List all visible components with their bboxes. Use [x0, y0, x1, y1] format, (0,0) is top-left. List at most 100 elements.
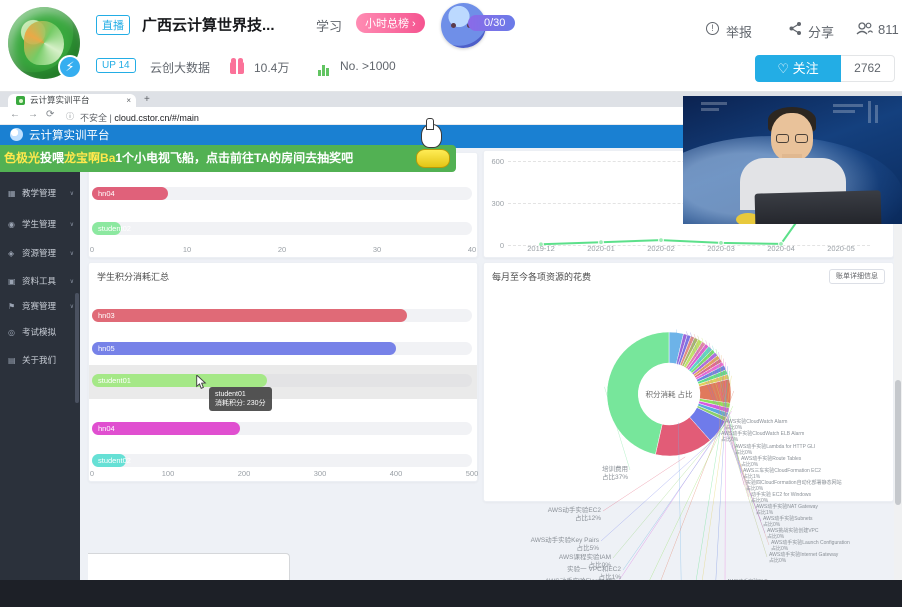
browser-tab[interactable]: 云计算实训平台 × [8, 94, 136, 108]
pie-label: AWS动手实验EC2占比12% [501, 507, 601, 522]
chart-title: 学生积分消耗汇总 [97, 270, 169, 283]
up-name[interactable]: 云创大数据 [150, 59, 210, 76]
pie-label-pct: 占比5% [499, 545, 599, 553]
tooltip-line1: student01 [215, 390, 266, 399]
x-tick: 200 [229, 469, 259, 478]
webcam-overlay [683, 96, 902, 224]
share-icon[interactable] [788, 21, 803, 36]
bar-student01[interactable]: student01 [92, 374, 267, 387]
students-icon: ◉ [8, 217, 15, 232]
pie-label-pct: 占比0% [735, 451, 815, 457]
gift-banner[interactable]: 色极光投喂龙宝啊Ba1个小电视飞船，点击前往TA的房间去抽奖吧 [0, 145, 456, 172]
bar-hn05[interactable]: hn05 [92, 342, 396, 355]
pie-label: AWS动手实验Lambda for HTTP GLI占比0% [735, 445, 815, 457]
hour-rank-pill[interactable]: 小时总榜 › [356, 13, 425, 33]
pie-label-pct: 占比0% [741, 463, 801, 469]
pie-label: AWS实验CloudWatch Alarm占比0% [725, 420, 787, 432]
x-tick: 2020-03 [703, 244, 739, 253]
follow-button[interactable]: ♡ 关注 [755, 55, 841, 82]
live-badge: 直播 [96, 15, 130, 35]
sidebar-item-contest[interactable]: ⚑ 竞赛管理 ∨ [0, 299, 80, 314]
bar-hn04[interactable]: hn04 [92, 422, 240, 435]
chevron-down-icon: ∨ [70, 300, 74, 315]
sidebar-item-teaching[interactable]: ▦ 教学管理 ∨ [0, 186, 80, 201]
platform-brand: 云计算实训平台 [29, 130, 110, 142]
target-name: 龙宝啊Ba [64, 151, 115, 165]
x-tick: 100 [153, 469, 183, 478]
pie-label-pct: 占比0% [511, 562, 611, 570]
pie-label: AWS挑战实验创建VPC占比0% [767, 529, 819, 541]
x-tick: 10 [172, 245, 202, 254]
gift-icon [230, 62, 244, 74]
viewers-count: 811 [878, 22, 899, 37]
security-label: 不安全 [80, 113, 107, 123]
windows-taskbar: 15:472020/5/27 P^英 [0, 580, 902, 607]
sidebar-item-resources[interactable]: ◈ 资源管理 ∨ [0, 246, 80, 261]
data-point[interactable] [659, 238, 664, 243]
x-tick: 0 [77, 469, 107, 478]
x-tick: 2020-04 [763, 244, 799, 253]
y-tick: 600 [486, 157, 504, 166]
info-icon[interactable]: ⓘ [66, 111, 74, 122]
bar-student02[interactable]: student02 [92, 222, 121, 235]
refresh-icon[interactable]: ⟳ [46, 109, 54, 120]
sidebar-item-students[interactable]: ◉学生管理∨ [0, 217, 80, 232]
bili-live-header: ⚡ 直播 广西云计算世界技... 学习 小时总榜 › 0/30 ! 举报 分享 … [0, 0, 902, 92]
sidebar-item-label: 竞赛管理 [22, 299, 56, 314]
chevron-down-icon: ∨ [70, 247, 74, 262]
streamer-logo[interactable]: ⚡ [8, 7, 80, 79]
pie-center-label: 积分消耗 占比 [624, 389, 714, 400]
back-icon[interactable]: ← [10, 109, 20, 120]
pie-label-name: AWS课程实验IAM [511, 554, 611, 562]
report-label[interactable]: 举报 [726, 22, 752, 41]
y-tick: 300 [486, 199, 504, 208]
report-icon[interactable]: ! [706, 22, 719, 35]
lightning-badge-icon: ⚡ [58, 55, 82, 79]
x-tick: 300 [305, 469, 335, 478]
tab-title: 云计算实训平台 [30, 95, 90, 105]
new-tab-button[interactable]: + [144, 94, 150, 105]
sidebar-item-exam[interactable]: ◎ 考试模拟 [0, 325, 80, 340]
sidebar-item-about[interactable]: ▤关于我们 [0, 353, 80, 368]
share-label[interactable]: 分享 [808, 22, 834, 41]
follow-count: 2762 [841, 55, 895, 82]
hand-bell-icon[interactable] [414, 124, 458, 172]
pie-label-name: 培训费用 [528, 466, 628, 474]
y-tick: 0 [486, 241, 504, 250]
bar-track [92, 454, 472, 467]
tools-icon: ▣ [8, 274, 16, 289]
forward-icon[interactable]: → [28, 109, 38, 120]
pie-label: AWS动手实验CloudWatch ELB Alarm占比0% [721, 432, 804, 444]
x-tick: 2020-01 [583, 244, 619, 253]
sidebar-item-label: 考试模拟 [22, 325, 56, 340]
sidebar-item-label: 教学管理 [22, 186, 56, 201]
tab-close-icon[interactable]: × [126, 94, 131, 107]
bar-hn04[interactable]: hn04 [92, 187, 168, 200]
browser-status-bubble [88, 553, 290, 580]
scrollbar-thumb[interactable] [895, 380, 901, 505]
pie-label: AWS动手实验Subnets占比0% [763, 517, 813, 529]
pie-label: AWS动手实验Internet Gateway占比0% [769, 553, 838, 565]
url-text[interactable]: cloud.cstor.cn/#/main [114, 113, 199, 123]
chevron-down-icon: ∨ [70, 275, 74, 290]
pie-label-pct: 占比0% [721, 438, 804, 444]
pie-label-name: AWS动手实验EC2 [501, 507, 601, 515]
contest-icon: ⚑ [8, 299, 15, 314]
sidebar-item-tools[interactable]: ▣ 资料工具 ∨ [0, 274, 80, 289]
sidebar-item-label: 资源管理 [22, 246, 56, 261]
x-tick: 2020-05 [823, 244, 859, 253]
exam-icon: ◎ [8, 325, 15, 340]
x-tick: 30 [362, 245, 392, 254]
chevron-down-icon: ∨ [70, 187, 74, 202]
up-level-badge: UP 14 [96, 58, 136, 73]
sidebar-item-label: 资料工具 [22, 274, 56, 289]
bar-student02[interactable]: student02 [92, 454, 126, 467]
bar-track [92, 222, 472, 235]
sidebar-scrollbar[interactable] [75, 293, 79, 403]
category-link[interactable]: 学习 [316, 16, 342, 35]
pie-label-pct: 占比0% [725, 426, 787, 432]
bar-hn03[interactable]: hn03 [92, 309, 407, 322]
pie-label-pct: 占比1% [756, 511, 818, 517]
resources-icon: ◈ [8, 246, 14, 261]
teaching-icon: ▦ [8, 186, 16, 201]
